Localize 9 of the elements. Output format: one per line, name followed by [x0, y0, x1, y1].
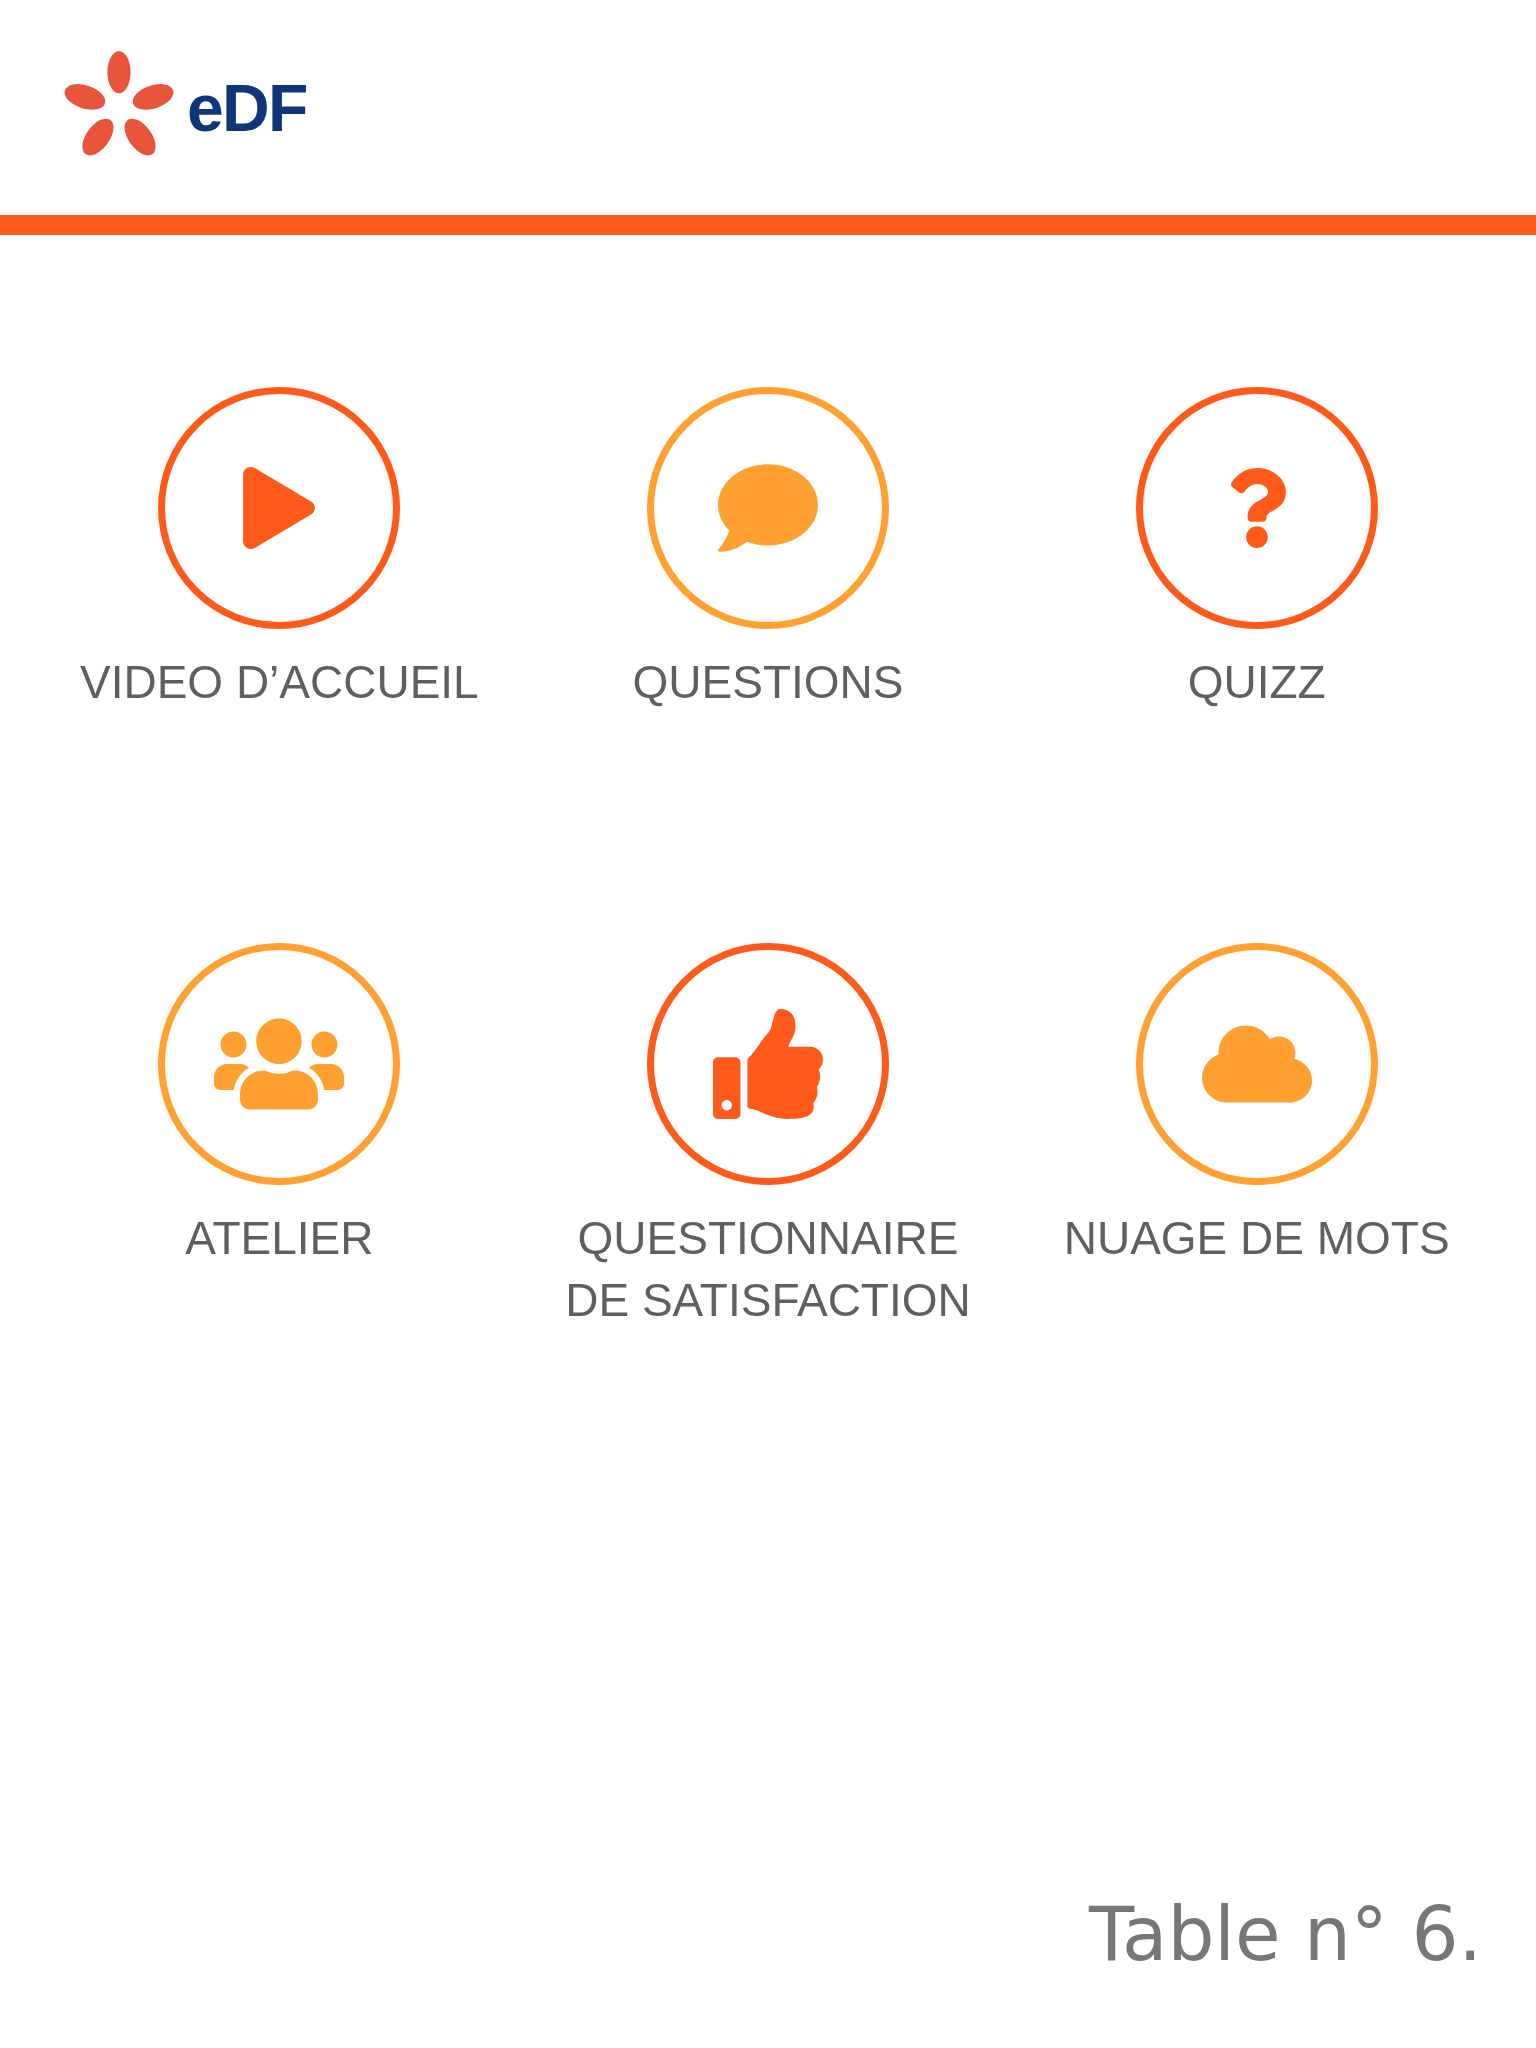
menu-label: QUESTIONNAIRE DE SATISFACTION	[564, 1211, 972, 1328]
table-number-label: Table n° 6.	[1089, 1890, 1482, 1979]
menu-label: VIDEO D’ACCUEIL	[78, 655, 480, 710]
logo-text: eDF	[187, 74, 307, 141]
menu-label: NUAGE DE MOTS	[1062, 1211, 1451, 1266]
menu-label: QUIZZ	[1186, 655, 1327, 710]
thumbs-up-icon	[713, 1009, 823, 1119]
menu-label: QUESTIONS	[631, 655, 905, 710]
menu-label: ATELIER	[184, 1211, 375, 1266]
